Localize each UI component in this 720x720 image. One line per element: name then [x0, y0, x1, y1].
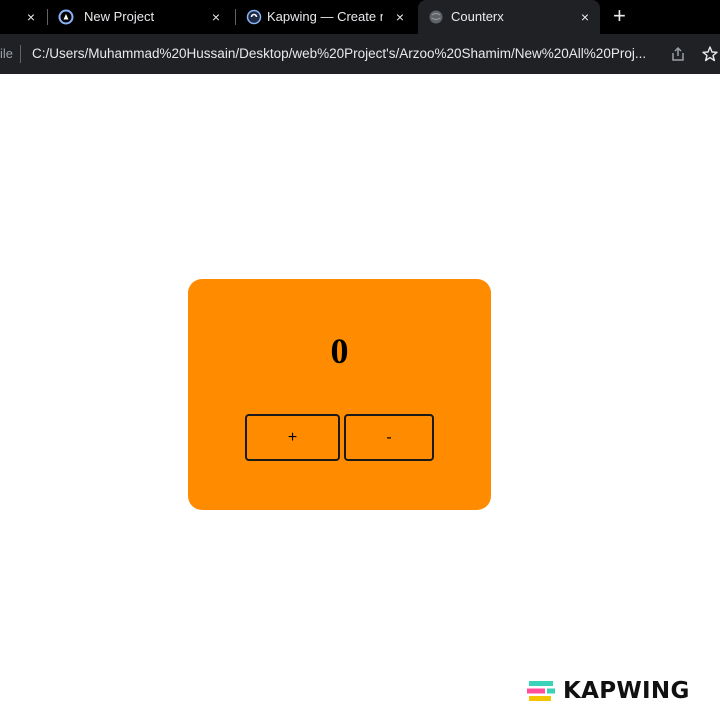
tab-title: Kapwing — Create mo [267, 9, 383, 24]
tab-close-icon[interactable]: × [22, 8, 40, 26]
tab-title: Counterx [451, 9, 504, 24]
tab-counterx[interactable]: Counterx × [418, 0, 600, 34]
plus-icon: + [613, 3, 626, 28]
counter-card: 0 + - [188, 279, 491, 510]
counter-value: 0 [330, 331, 349, 371]
tab-close-icon[interactable]: × [207, 8, 225, 26]
new-tab-button[interactable]: + [610, 0, 634, 34]
tab-close-icon[interactable]: × [576, 8, 594, 26]
kapwing-logo-icon [527, 681, 555, 701]
tab-close-icon[interactable]: × [391, 8, 409, 26]
decrement-button[interactable]: - [344, 414, 434, 461]
address-bar-url[interactable]: C:/Users/Muhammad%20Hussain/Desktop/web%… [32, 46, 654, 62]
tab-kapwing[interactable]: Kapwing — Create mo × [236, 0, 416, 34]
url-scheme-label: ile [0, 46, 14, 61]
omnibox-separator [20, 45, 21, 63]
bookmark-star-icon[interactable] [701, 45, 719, 63]
share-icon[interactable] [669, 45, 687, 63]
kapwing-watermark: KAPWING [527, 678, 690, 704]
browser-tab-strip: × New Project × Kapwing — Create mo × Co… [0, 0, 720, 34]
tab-new-project[interactable]: New Project × [48, 0, 234, 34]
globe-icon [429, 10, 443, 24]
page-content: 0 + - [0, 74, 720, 720]
tab-title: New Project [84, 9, 155, 24]
tab-partial[interactable]: × [0, 0, 46, 34]
kapwing-icon [246, 9, 262, 25]
increment-button[interactable]: + [245, 414, 340, 461]
browser-toolbar: ile C:/Users/Muhammad%20Hussain/Desktop/… [0, 34, 720, 74]
watermark-text: KAPWING [563, 678, 690, 704]
project-icon [58, 9, 74, 25]
